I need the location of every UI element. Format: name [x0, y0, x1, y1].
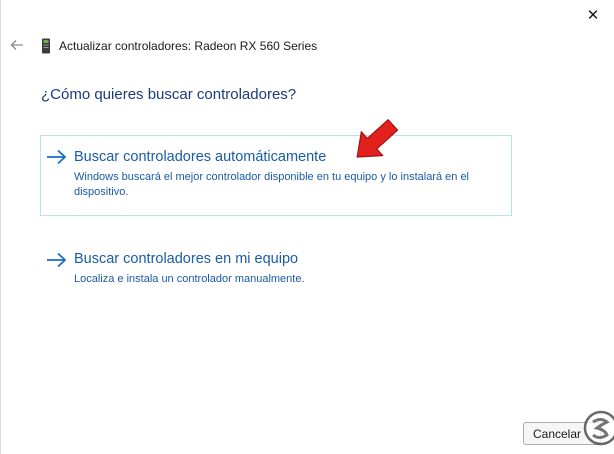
arrow-right-icon — [47, 252, 67, 268]
watermark-logo — [583, 410, 614, 446]
option-title: Buscar controladores automáticamente — [74, 149, 327, 165]
device-icon — [42, 38, 50, 54]
option-body: Buscar controladores automáticamente Win… — [74, 148, 506, 200]
page-heading: ¿Cómo quieres buscar controladores? — [41, 86, 297, 103]
dialog-title: Actualizar controladores: Radeon RX 560 … — [59, 39, 318, 53]
arrow-right-icon — [47, 149, 67, 165]
option-search-my-computer[interactable]: Buscar controladores en mi equipo Locali… — [40, 242, 512, 292]
back-button[interactable] — [8, 36, 26, 54]
option-search-automatically[interactable]: Buscar controladores automáticamente Win… — [40, 135, 512, 216]
back-arrow-icon — [10, 40, 23, 50]
dialog-title-row: Actualizar controladores: Radeon RX 560 … — [41, 36, 317, 56]
close-icon: ✕ — [586, 7, 600, 24]
close-button[interactable]: ✕ — [578, 2, 608, 28]
option-body: Buscar controladores en mi equipo Locali… — [74, 250, 506, 287]
option-description: Windows buscará el mejor controlador dis… — [74, 171, 470, 198]
update-drivers-dialog: ✕ Actualizar controladores: Radeon RX 56… — [0, 0, 614, 454]
option-description: Localiza e instala un controlador manual… — [74, 273, 305, 285]
option-title: Buscar controladores en mi equipo — [74, 251, 299, 267]
red-pointer-arrow-icon — [356, 119, 399, 158]
